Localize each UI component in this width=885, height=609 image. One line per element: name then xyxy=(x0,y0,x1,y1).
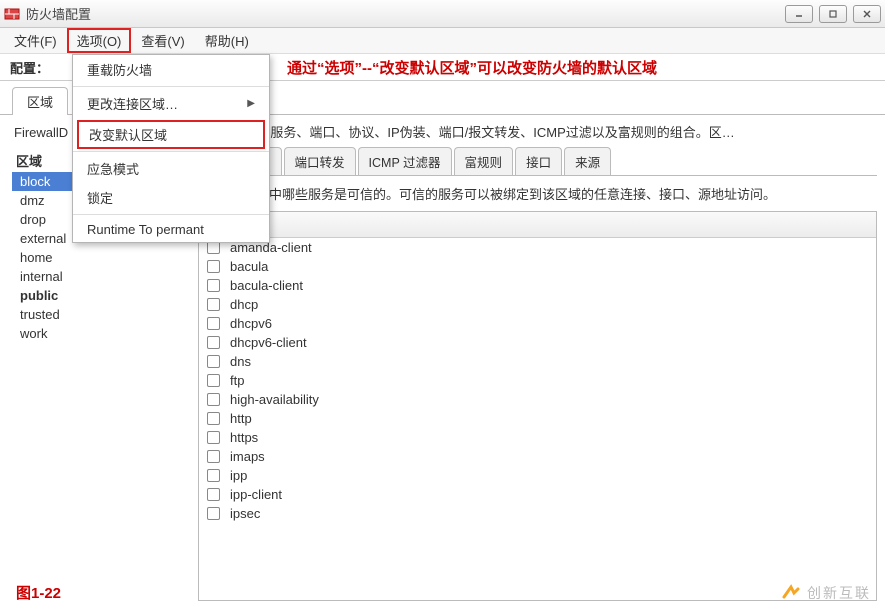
watermark: 创新互联 xyxy=(781,583,871,603)
zone-item-trusted[interactable]: trusted xyxy=(12,305,190,324)
service-row[interactable]: ipsec xyxy=(199,504,876,523)
service-name: ipp-client xyxy=(230,487,282,502)
tab-port-forward[interactable]: 端口转发 xyxy=(284,147,356,175)
service-row[interactable]: amanda-client xyxy=(199,238,876,257)
service-checkbox[interactable] xyxy=(207,488,220,501)
service-checkbox[interactable] xyxy=(207,469,220,482)
tab-icmp-filter[interactable]: ICMP 过滤器 xyxy=(358,147,452,175)
titlebar: 防火墙配置 xyxy=(0,0,885,28)
service-row[interactable]: imaps xyxy=(199,447,876,466)
service-row[interactable]: bacula xyxy=(199,257,876,276)
services-description: 以定义区域中哪些服务是可信的。可信的服务可以被绑定到该区域的任意连接、接口、源地… xyxy=(198,180,877,207)
service-checkbox[interactable] xyxy=(207,298,220,311)
menubar: 文件(F) 选项(O) 查看(V) 帮助(H) xyxy=(0,28,885,54)
right-panel: 口 伪装 端口转发 ICMP 过滤器 富规则 接口 来源 以定义区域中哪些服务是… xyxy=(198,147,877,602)
service-name: dhcpv6 xyxy=(230,316,272,331)
figure-label: 图1-22 xyxy=(16,582,61,603)
service-row[interactable]: ftp xyxy=(199,371,876,390)
zone-item-home[interactable]: home xyxy=(12,248,190,267)
menu-view[interactable]: 查看(V) xyxy=(131,28,194,53)
service-name: bacula-client xyxy=(230,278,303,293)
service-name: ipsec xyxy=(230,506,260,521)
menu-options[interactable]: 选项(O) xyxy=(67,28,132,53)
tab-rich-rules[interactable]: 富规则 xyxy=(454,147,514,175)
watermark-text: 创新互联 xyxy=(807,583,871,603)
service-name: dns xyxy=(230,354,251,369)
zone-item-public[interactable]: public xyxy=(12,286,190,305)
dd-change-connection-zone-label: 更改连接区域… xyxy=(87,94,178,113)
firewall-icon xyxy=(4,6,20,22)
service-checkbox[interactable] xyxy=(207,412,220,425)
service-row[interactable]: dhcp xyxy=(199,295,876,314)
service-checkbox[interactable] xyxy=(207,260,220,273)
config-label: 配置： xyxy=(10,58,49,77)
watermark-icon xyxy=(781,583,801,603)
zone-item-internal[interactable]: internal xyxy=(12,267,190,286)
service-name: ftp xyxy=(230,373,244,388)
service-name: high-availability xyxy=(230,392,319,407)
service-name: https xyxy=(230,430,258,445)
dropdown-separator xyxy=(73,151,269,152)
service-row[interactable]: dns xyxy=(199,352,876,371)
service-row[interactable]: high-availability xyxy=(199,390,876,409)
service-table: 服务 amanda-client bacula bacula-client dhcp d… xyxy=(198,211,877,602)
service-header: 服务 xyxy=(199,212,876,238)
close-button[interactable] xyxy=(853,5,881,23)
service-name: ipp xyxy=(230,468,247,483)
service-checkbox[interactable] xyxy=(207,317,220,330)
service-row[interactable]: dhcpv6 xyxy=(199,314,876,333)
service-checkbox[interactable] xyxy=(207,393,220,406)
dd-change-connection-zone[interactable]: 更改连接区域… ▶ xyxy=(73,89,269,118)
service-name: imaps xyxy=(230,449,265,464)
chevron-right-icon: ▶ xyxy=(247,98,255,109)
options-dropdown: 重载防火墙 更改连接区域… ▶ 改变默认区域 应急模式 锁定 Runtime T… xyxy=(72,54,270,243)
maximize-button[interactable] xyxy=(819,5,847,23)
service-row[interactable]: ipp-client xyxy=(199,485,876,504)
dropdown-separator xyxy=(73,86,269,87)
tab-interfaces[interactable]: 接口 xyxy=(515,147,562,175)
service-checkbox[interactable] xyxy=(207,507,220,520)
dd-runtime-to-permanent[interactable]: Runtime To permant xyxy=(73,217,269,242)
service-name: bacula xyxy=(230,259,268,274)
menu-file[interactable]: 文件(F) xyxy=(4,28,67,53)
dropdown-separator xyxy=(73,214,269,215)
service-checkbox[interactable] xyxy=(207,336,220,349)
service-row[interactable]: ipp xyxy=(199,466,876,485)
service-checkbox[interactable] xyxy=(207,374,220,387)
service-row[interactable]: https xyxy=(199,428,876,447)
service-checkbox[interactable] xyxy=(207,431,220,444)
service-checkbox[interactable] xyxy=(207,450,220,463)
service-checkbox[interactable] xyxy=(207,279,220,292)
dd-lock[interactable]: 锁定 xyxy=(73,183,269,212)
instruction-banner: 通过“选项”--“改变默认区域”可以改变防火墙的默认区域 xyxy=(287,57,657,78)
menu-help[interactable]: 帮助(H) xyxy=(195,28,259,53)
service-name: http xyxy=(230,411,252,426)
dd-change-default-zone[interactable]: 改变默认区域 xyxy=(77,120,265,149)
service-name: dhcp xyxy=(230,297,258,312)
service-checkbox[interactable] xyxy=(207,355,220,368)
tab-sources[interactable]: 来源 xyxy=(564,147,611,175)
service-row[interactable]: dhcpv6-client xyxy=(199,333,876,352)
window-title: 防火墙配置 xyxy=(26,4,91,23)
tab-zone[interactable]: 区域 xyxy=(12,87,68,115)
service-row[interactable]: bacula-client xyxy=(199,276,876,295)
zone-item-work[interactable]: work xyxy=(12,324,190,343)
dd-reload-firewall[interactable]: 重载防火墙 xyxy=(73,55,269,84)
inner-tabbar: 口 伪装 端口转发 ICMP 过滤器 富规则 接口 来源 xyxy=(198,147,877,176)
service-name: dhcpv6-client xyxy=(230,335,307,350)
dd-panic-mode[interactable]: 应急模式 xyxy=(73,154,269,183)
service-row[interactable]: http xyxy=(199,409,876,428)
minimize-button[interactable] xyxy=(785,5,813,23)
